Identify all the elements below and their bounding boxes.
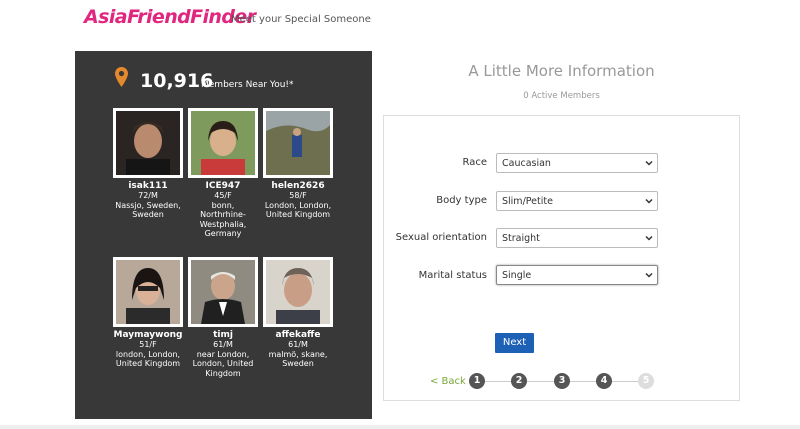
member-location: Nassjo, Sweden, Sweden [115, 200, 181, 220]
member-photo[interactable] [113, 257, 183, 327]
member-card[interactable]: ICE947 45/F bonn, Northrhine-Westphalia,… [188, 108, 258, 239]
member-photo[interactable] [113, 108, 183, 178]
member-location: bonn, Northrhine-Westphalia, Germany [199, 200, 247, 239]
member-name[interactable]: ICE947 [188, 181, 258, 191]
member-age-gender: 61/M [288, 340, 308, 349]
member-age-gender: 61/M [213, 340, 233, 349]
step-1: 1 [469, 373, 485, 389]
next-button[interactable]: Next [495, 333, 534, 353]
marital-status-select[interactable]: Single [496, 265, 658, 285]
chevron-down-icon [645, 198, 653, 204]
member-age-gender: 51/F [139, 340, 157, 349]
chevron-down-icon [645, 272, 653, 278]
race-label: Race [462, 157, 487, 168]
back-link[interactable]: < Back [430, 376, 466, 387]
marital-status-select-value: Single [502, 270, 532, 281]
member-card[interactable]: timj 61/M near London, London, United Ki… [188, 257, 258, 378]
member-photo[interactable] [263, 108, 333, 178]
race-select-value: Caucasian [502, 158, 551, 169]
body-type-label: Body type [436, 195, 487, 206]
member-card[interactable]: affekaffe 61/M malmö, skane, Sweden [263, 257, 333, 369]
member-card[interactable]: Maymaywong 51/F london, London, United K… [113, 257, 183, 369]
sexual-orientation-select-value: Straight [502, 233, 540, 244]
step-2: 2 [511, 373, 527, 389]
member-location: London, London, United Kingdom [264, 200, 332, 220]
member-name[interactable]: timj [188, 330, 258, 340]
member-age-gender: 45/F [214, 191, 232, 200]
page-bottom-divider [0, 425, 800, 429]
member-photo[interactable] [263, 257, 333, 327]
chevron-down-icon [645, 235, 653, 241]
member-name[interactable]: Maymaywong [113, 330, 183, 340]
body-type-select-value: Slim/Petite [502, 196, 553, 207]
member-photo[interactable] [188, 257, 258, 327]
site-logo[interactable]: AsiaFriendFinder [84, 6, 256, 28]
member-name[interactable]: helen2626 [263, 181, 333, 191]
member-age-gender: 72/M [138, 191, 158, 200]
step-3: 3 [554, 373, 570, 389]
member-photo[interactable] [188, 108, 258, 178]
member-count-label: Members Near You!* [201, 80, 294, 90]
sexual-orientation-label: Sexual orientation [395, 232, 487, 243]
member-card[interactable]: isak111 72/M Nassjo, Sweden, Sweden [113, 108, 183, 220]
form-title: A Little More Information [468, 62, 655, 80]
marital-status-label: Marital status [418, 270, 487, 281]
race-select[interactable]: Caucasian [496, 153, 658, 173]
member-card[interactable]: helen2626 58/F London, London, United Ki… [263, 108, 333, 220]
location-pin-icon [115, 67, 128, 87]
header: AsiaFriendFinder Meet your Special Someo… [0, 0, 800, 34]
chevron-down-icon [645, 160, 653, 166]
step-4: 4 [596, 373, 612, 389]
members-near-you-panel: 10,916 Members Near You!* isak111 72/M N… [75, 51, 372, 419]
sexual-orientation-select[interactable]: Straight [496, 228, 658, 248]
active-members-count: 0 Active Members [523, 91, 600, 101]
member-location: malmö, skane, Sweden [268, 349, 328, 369]
step-5: 5 [638, 373, 654, 389]
body-type-select[interactable]: Slim/Petite [496, 191, 658, 211]
member-location: london, London, United Kingdom [115, 349, 181, 369]
member-location: near London, London, United Kingdom [192, 349, 254, 378]
member-name[interactable]: isak111 [113, 181, 183, 191]
member-age-gender: 58/F [289, 191, 307, 200]
site-tagline: Meet your Special Someone [231, 14, 371, 25]
profile-details-form: Race Caucasian Body type Slim/Petite Sex… [383, 115, 740, 401]
member-name[interactable]: affekaffe [263, 330, 333, 340]
